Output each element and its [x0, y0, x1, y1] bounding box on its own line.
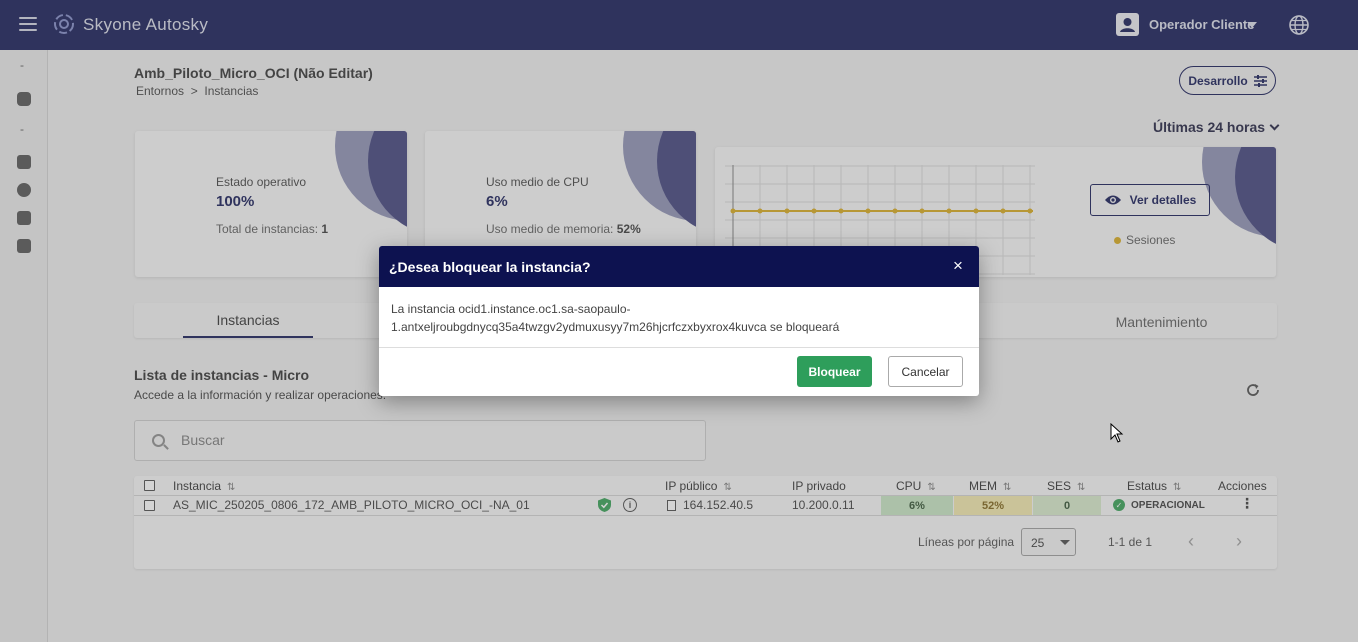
cursor-icon: [1110, 423, 1124, 443]
close-icon[interactable]: ×: [953, 257, 963, 275]
dialog-title: ¿Desea bloquear la instancia?: [389, 259, 591, 275]
dialog-message-line: 1.antxeljroubgdnycq35a4twzgv2ydmuxusyy7m…: [391, 320, 840, 334]
lock-instance-dialog: ¿Desea bloquear la instancia? × La insta…: [379, 246, 979, 396]
divider: [379, 347, 979, 348]
dialog-message: La instancia ocid1.instance.oc1.sa-saopa…: [391, 300, 961, 336]
dialog-header: ¿Desea bloquear la instancia? ×: [379, 246, 979, 287]
cancel-button[interactable]: Cancelar: [888, 356, 963, 387]
lock-button[interactable]: Bloquear: [797, 356, 872, 387]
dialog-message-line: La instancia ocid1.instance.oc1.sa-saopa…: [391, 302, 631, 316]
